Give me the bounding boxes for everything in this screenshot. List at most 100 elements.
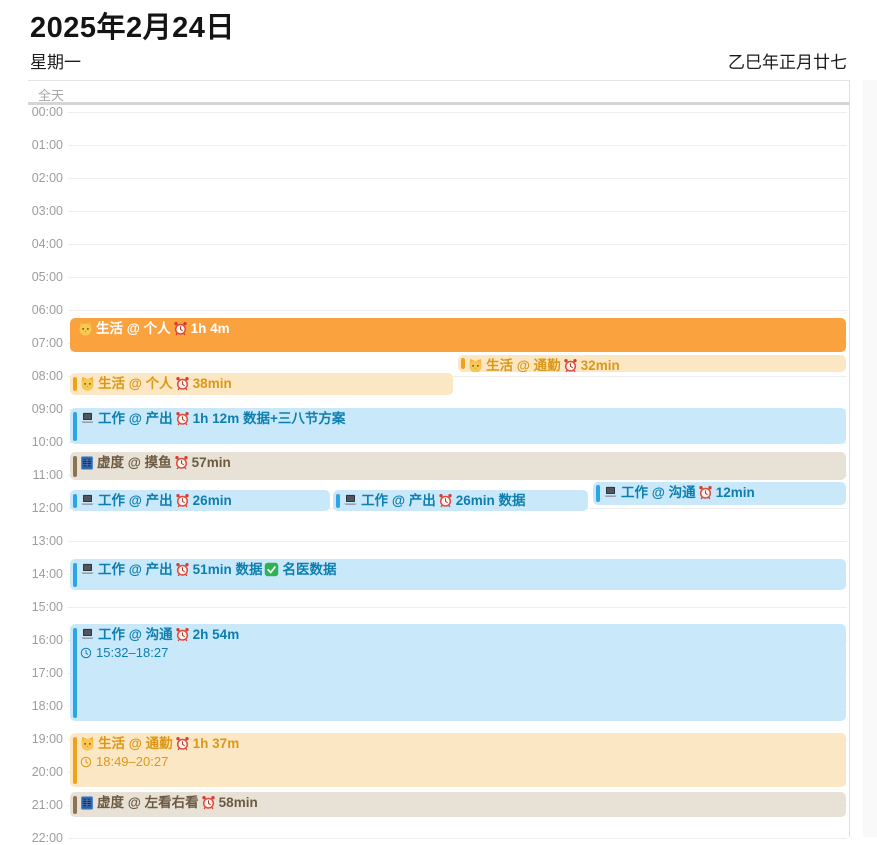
event-work-output-26min-data[interactable]: 工作 @ 产出 26min 数据	[333, 490, 588, 511]
check-mark-icon	[264, 562, 279, 577]
event-title: 工作 @ 产出 26min 数据	[343, 492, 582, 509]
event-work-output-1h12m[interactable]: 工作 @ 产出1h 12m 数据+三八节方案	[70, 408, 846, 444]
event-color-bar	[73, 628, 77, 718]
event-title-text: 生活 @ 个人	[98, 375, 173, 392]
event-title-text: 26min 数据	[456, 492, 526, 509]
event-title: 工作 @ 沟通12min	[603, 484, 840, 501]
event-title: 工作 @ 产出1h 12m 数据+三八节方案	[80, 410, 840, 427]
alarm-clock-icon	[175, 736, 190, 751]
event-title: 虚度 @ 左看右看58min	[80, 794, 840, 811]
event-title: 生活 @ 个人1h 4m	[78, 320, 840, 337]
clock-icon	[80, 756, 92, 768]
hour-label: 18:00	[10, 699, 63, 713]
alarm-clock-icon	[175, 411, 190, 426]
hour-label: 19:00	[10, 732, 63, 746]
alarm-clock-icon	[698, 485, 713, 500]
laptop-icon	[80, 493, 95, 508]
event-title-text: 工作 @ 产出	[361, 492, 436, 509]
hour-label: 17:00	[10, 666, 63, 680]
clock-icon	[80, 647, 92, 659]
event-time-range: 18:49–20:27	[80, 753, 840, 770]
hour-label: 01:00	[10, 138, 63, 152]
event-color-bar	[73, 494, 77, 508]
hour-label: 16:00	[10, 633, 63, 647]
hour-label: 06:00	[10, 303, 63, 317]
event-work-output-26min[interactable]: 工作 @ 产出 26min	[70, 490, 330, 511]
event-title-text: 32min	[581, 357, 620, 372]
event-title-text: 2h 54m	[193, 626, 240, 643]
event-work-comm-2h54m[interactable]: 工作 @ 沟通 2h 54m 15:32–18:27	[70, 624, 846, 721]
event-time-range: 15:32–18:27	[80, 644, 840, 661]
event-work-comm-12min[interactable]: 工作 @ 沟通12min	[593, 482, 846, 505]
event-title: 工作 @ 产出51min 数据名医数据	[80, 561, 840, 578]
event-color-bar	[73, 796, 77, 814]
laptop-icon	[80, 411, 95, 426]
xray-icon	[80, 796, 94, 810]
event-title-text: 1h 37m	[193, 735, 240, 752]
right-edge-panel	[863, 80, 877, 837]
alarm-clock-icon	[175, 562, 190, 577]
laptop-icon	[343, 493, 358, 508]
event-time-range-text: 15:32–18:27	[96, 644, 168, 661]
hour-label: 11:00	[10, 468, 63, 482]
laptop-icon	[80, 562, 95, 577]
event-title-text: 生活 @ 通勤	[98, 735, 173, 752]
event-title-text: 工作 @ 沟通	[98, 626, 173, 643]
event-life-personal-morning[interactable]: 生活 @ 个人1h 4m	[70, 318, 846, 352]
hour-label: 12:00	[10, 501, 63, 515]
event-color-bar	[336, 494, 340, 508]
cat-icon	[80, 376, 95, 391]
event-title-text: 工作 @ 产出	[98, 492, 173, 509]
hour-label: 05:00	[10, 270, 63, 284]
event-life-commute-evening[interactable]: 生活 @ 通勤 1h 37m18:49–20:27	[70, 733, 846, 787]
laptop-icon	[80, 627, 95, 642]
hour-label: 13:00	[10, 534, 63, 548]
cat-icon	[80, 736, 95, 751]
hour-label: 20:00	[10, 765, 63, 779]
event-title-text: 生活 @ 通勤	[486, 357, 561, 372]
hour-gridline	[68, 838, 847, 839]
alarm-clock-icon	[175, 627, 190, 642]
event-title: 虚度 @ 摸鱼 57min	[80, 454, 840, 471]
hour-label: 15:00	[10, 600, 63, 614]
hour-label: 08:00	[10, 369, 63, 383]
event-title-text: 57min	[192, 454, 231, 471]
alarm-clock-icon	[173, 321, 188, 336]
event-color-bar	[73, 737, 77, 784]
event-color-bar	[73, 412, 77, 441]
event-title-text: 1h 12m 数据+三八节方案	[193, 410, 346, 427]
event-title: 工作 @ 沟通 2h 54m	[80, 626, 840, 643]
event-title: 生活 @ 通勤 32min	[468, 357, 840, 372]
hour-label: 14:00	[10, 567, 63, 581]
event-title-text: 虚度 @ 摸鱼	[97, 454, 172, 471]
cat-icon	[468, 358, 483, 372]
event-title: 生活 @ 通勤 1h 37m	[80, 735, 840, 752]
event-title-text: 工作 @ 产出	[98, 561, 173, 578]
hour-label: 09:00	[10, 402, 63, 416]
event-idle-fish-57min[interactable]: 虚度 @ 摸鱼 57min	[70, 452, 846, 480]
event-title-text: 名医数据	[282, 561, 336, 578]
event-color-bar	[461, 358, 465, 368]
event-idle-look-58min[interactable]: 虚度 @ 左看右看58min	[70, 792, 846, 817]
event-title: 工作 @ 产出 26min	[80, 492, 324, 509]
hour-label: 00:00	[10, 105, 63, 119]
xray-icon	[80, 456, 94, 470]
hour-label: 07:00	[10, 336, 63, 350]
event-title-text: 58min	[219, 794, 258, 811]
event-work-output-51min[interactable]: 工作 @ 产出51min 数据名医数据	[70, 559, 846, 590]
event-title-text: 1h 4m	[191, 320, 230, 337]
cat-icon	[78, 321, 93, 336]
event-life-personal-38min[interactable]: 生活 @ 个人38min	[70, 373, 453, 394]
event-title-text: 12min	[716, 484, 755, 501]
hour-label: 10:00	[10, 435, 63, 449]
hour-label: 02:00	[10, 171, 63, 185]
alarm-clock-icon	[563, 358, 578, 372]
alarm-clock-icon	[175, 493, 190, 508]
events-layer: 生活 @ 个人1h 4m生活 @ 通勤32min生活 @ 个人38min工作 @…	[70, 0, 846, 837]
hour-label: 21:00	[10, 798, 63, 812]
scrollbar-track[interactable]	[849, 80, 864, 837]
event-title-text: 26min	[193, 492, 232, 509]
event-title: 生活 @ 个人38min	[80, 375, 447, 392]
event-life-commute-morning[interactable]: 生活 @ 通勤 32min	[458, 355, 846, 372]
laptop-icon	[603, 485, 618, 500]
